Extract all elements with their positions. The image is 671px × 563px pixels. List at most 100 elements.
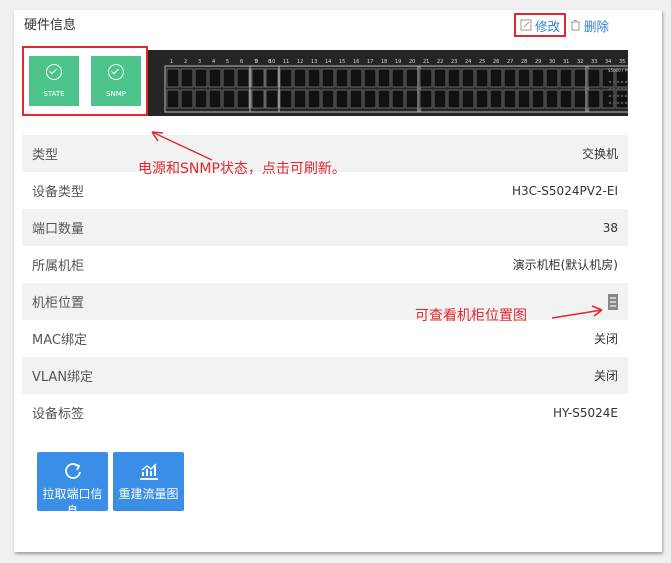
switch-port[interactable] bbox=[349, 89, 363, 109]
switch-port[interactable] bbox=[321, 89, 335, 109]
switch-port[interactable] bbox=[419, 89, 433, 109]
switch-port[interactable] bbox=[265, 89, 279, 109]
switch-port[interactable] bbox=[377, 68, 391, 88]
switch-port[interactable] bbox=[208, 68, 222, 88]
switch-port[interactable] bbox=[587, 89, 601, 109]
port-number: 18 bbox=[381, 59, 387, 65]
switch-port[interactable] bbox=[391, 89, 405, 109]
switch-port[interactable] bbox=[517, 89, 531, 109]
port-number: 6 bbox=[240, 59, 243, 65]
switch-port[interactable] bbox=[349, 68, 363, 88]
switch-port[interactable] bbox=[433, 68, 447, 88]
pull-port-info-label: 拉取端口信息 bbox=[42, 487, 103, 518]
switch-port[interactable] bbox=[265, 68, 279, 88]
port-number: 21 bbox=[423, 59, 429, 65]
switch-port[interactable] bbox=[293, 68, 307, 88]
vent-hole bbox=[612, 94, 616, 98]
status-annotation: 电源和SNMP状态，点击可刷新。 bbox=[138, 161, 346, 177]
switch-port[interactable] bbox=[222, 68, 236, 88]
switch-port[interactable] bbox=[489, 89, 503, 109]
switch-port[interactable] bbox=[335, 68, 349, 88]
switch-port[interactable] bbox=[251, 89, 265, 109]
vent-hole bbox=[608, 94, 612, 98]
switch-port[interactable] bbox=[573, 68, 587, 88]
vent-hole bbox=[612, 80, 616, 84]
switch-port[interactable] bbox=[222, 89, 236, 109]
row-label: 端口数量 bbox=[22, 209, 260, 246]
table-row: 设备标签 HY-S5024E bbox=[22, 394, 628, 431]
port-number: 14 bbox=[325, 59, 331, 65]
switch-port[interactable] bbox=[545, 68, 559, 88]
switch-port[interactable] bbox=[447, 89, 461, 109]
port-number: 32 bbox=[577, 59, 583, 65]
switch-port[interactable] bbox=[587, 68, 601, 88]
switch-port[interactable] bbox=[166, 89, 180, 109]
switch-port[interactable] bbox=[236, 68, 250, 88]
edit-button[interactable]: 修改 bbox=[520, 16, 560, 35]
vent-hole bbox=[624, 87, 628, 91]
switch-port[interactable] bbox=[166, 68, 180, 88]
port-number: 1 bbox=[170, 59, 173, 65]
switch-port[interactable] bbox=[559, 89, 573, 109]
switch-port[interactable] bbox=[405, 68, 419, 88]
delete-button[interactable]: 删除 bbox=[570, 16, 609, 35]
switch-port[interactable] bbox=[531, 89, 545, 109]
switch-port[interactable] bbox=[208, 89, 222, 109]
switch-port[interactable] bbox=[236, 89, 250, 109]
vent-hole bbox=[620, 101, 624, 105]
switch-port[interactable] bbox=[559, 68, 573, 88]
switch-port[interactable] bbox=[461, 68, 475, 88]
rack-position-icon[interactable] bbox=[608, 293, 618, 310]
switch-port[interactable] bbox=[363, 68, 377, 88]
switch-port[interactable] bbox=[180, 89, 194, 109]
switch-port[interactable] bbox=[461, 89, 475, 109]
switch-port[interactable] bbox=[405, 89, 419, 109]
switch-port[interactable] bbox=[194, 89, 208, 109]
switch-port[interactable] bbox=[307, 89, 321, 109]
port-number: 35 bbox=[619, 59, 625, 65]
refresh-icon bbox=[64, 463, 81, 479]
switch-port[interactable] bbox=[615, 89, 628, 109]
vent-hole bbox=[620, 80, 624, 84]
row-label: 机柜位置 bbox=[22, 283, 260, 320]
row-label: MAC绑定 bbox=[32, 333, 87, 348]
switch-port[interactable] bbox=[447, 68, 461, 88]
port-number: 17 bbox=[367, 59, 373, 65]
switch-port[interactable] bbox=[180, 68, 194, 88]
rebuild-traffic-graph-button[interactable]: 重建流量图 bbox=[113, 452, 184, 511]
switch-port[interactable] bbox=[489, 68, 503, 88]
switch-port[interactable] bbox=[194, 68, 208, 88]
port-number: 33 bbox=[591, 59, 597, 65]
switch-port[interactable] bbox=[573, 89, 587, 109]
switch-port[interactable] bbox=[545, 89, 559, 109]
port-number: 24 bbox=[465, 59, 471, 65]
chart-icon bbox=[139, 463, 158, 480]
switch-port[interactable] bbox=[377, 89, 391, 109]
switch-port[interactable] bbox=[503, 68, 517, 88]
switch-port[interactable] bbox=[335, 89, 349, 109]
switch-port[interactable] bbox=[531, 68, 545, 88]
pull-port-info-button[interactable]: 拉取端口信息 bbox=[37, 452, 108, 518]
switch-port[interactable] bbox=[503, 89, 517, 109]
switch-port[interactable] bbox=[391, 68, 405, 88]
switch-port[interactable] bbox=[251, 68, 265, 88]
state-label: STATE bbox=[43, 90, 65, 98]
vent-hole bbox=[612, 101, 616, 105]
switch-port[interactable] bbox=[279, 68, 293, 88]
switch-port[interactable] bbox=[279, 89, 293, 109]
port-number: 2 bbox=[184, 59, 187, 65]
switch-port[interactable] bbox=[307, 68, 321, 88]
port-number: 34 bbox=[605, 59, 611, 65]
switch-port[interactable] bbox=[475, 68, 489, 88]
snmp-status-button[interactable]: SNMP bbox=[91, 56, 141, 106]
switch-port[interactable] bbox=[517, 68, 531, 88]
switch-port[interactable] bbox=[321, 68, 335, 88]
switch-port[interactable] bbox=[601, 89, 615, 109]
switch-port[interactable] bbox=[433, 89, 447, 109]
row-value: 演示机柜(默认机房) bbox=[512, 258, 618, 272]
switch-port[interactable] bbox=[363, 89, 377, 109]
switch-port[interactable] bbox=[419, 68, 433, 88]
state-status-button[interactable]: STATE bbox=[29, 56, 79, 106]
switch-port[interactable] bbox=[475, 89, 489, 109]
switch-port[interactable] bbox=[293, 89, 307, 109]
